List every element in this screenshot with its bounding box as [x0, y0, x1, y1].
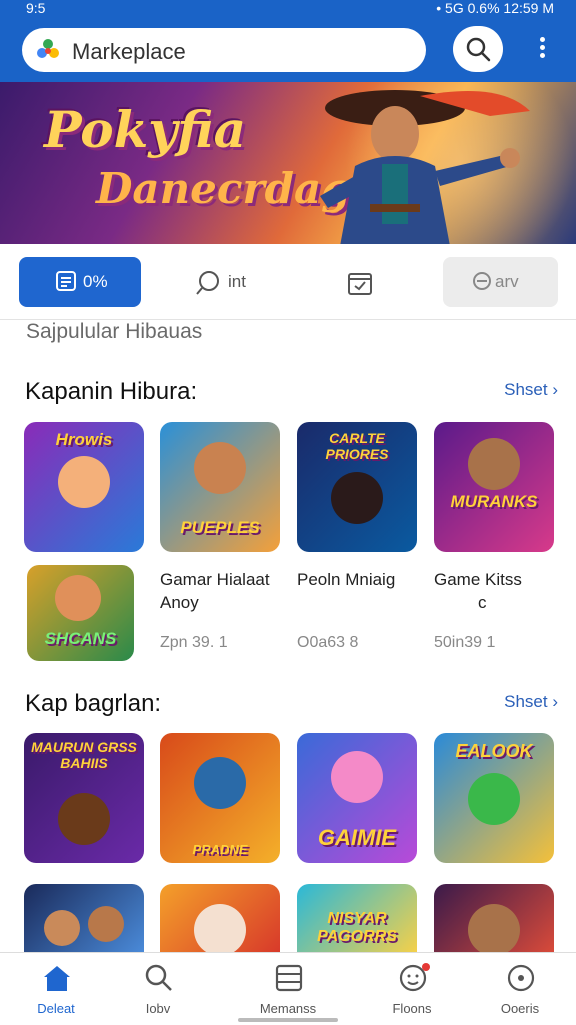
nav-label: Floons	[392, 1001, 432, 1016]
game-meta: 50in39 1	[434, 634, 496, 651]
tab-label: 0%	[83, 272, 108, 291]
game-tile[interactable]: PRADNE	[160, 733, 280, 863]
game-tile[interactable]: CARLTE PRIORES	[297, 422, 417, 552]
game-name[interactable]: Game Kitss c	[434, 568, 522, 614]
character-image	[44, 910, 80, 946]
nav-label: Ooeris	[500, 1001, 540, 1016]
tab-2[interactable]	[330, 257, 390, 307]
nav-item-search[interactable]: Iobv	[108, 953, 208, 1025]
search-button[interactable]	[453, 26, 503, 72]
game-tile[interactable]	[24, 884, 144, 952]
banner-title: Pokyfia	[44, 100, 247, 159]
nav-label: Iobv	[145, 1001, 171, 1016]
character-image	[468, 773, 520, 825]
game-tile[interactable]	[160, 884, 280, 952]
app-bar: Markeplace	[0, 20, 576, 82]
character-image	[58, 793, 110, 845]
character-image	[194, 904, 246, 952]
search-bar[interactable]: Markeplace	[22, 28, 426, 72]
character-image	[194, 757, 246, 809]
dot-icon	[539, 37, 545, 42]
character-image	[331, 751, 383, 803]
chat-icon	[196, 271, 219, 295]
game-tile[interactable]	[434, 884, 554, 952]
section-subtitle: Sajpulular Hibauas	[26, 320, 203, 343]
document-icon	[275, 964, 303, 992]
nav-label: Deleat	[37, 1001, 75, 1016]
nav-label: Memanss	[259, 1001, 317, 1016]
game-name[interactable]: Peoln Mniaig	[297, 568, 395, 591]
calendar-icon	[348, 273, 372, 295]
dot-icon	[539, 45, 545, 50]
game-tile[interactable]: EALOOK	[434, 733, 554, 863]
tab-label: int	[228, 272, 246, 291]
character-image	[194, 442, 246, 494]
character-image	[331, 472, 383, 524]
home-indicator	[238, 1018, 338, 1022]
nav-item-activity[interactable]: Ooeris	[470, 953, 570, 1025]
list-icon	[56, 271, 76, 291]
character-image	[468, 904, 520, 952]
see-all-link[interactable]: Shset ›	[504, 692, 558, 712]
game-tile[interactable]: PUEPLES	[160, 422, 280, 552]
game-tile[interactable]: SHCANS	[27, 565, 134, 661]
bottom-navigation: Deleat Iobv Memanss Floons Ooeris	[0, 952, 576, 1024]
tab-0[interactable]: 0%	[19, 257, 141, 307]
game-tile[interactable]: MURANKS	[434, 422, 554, 552]
character-image	[55, 575, 101, 621]
promo-banner[interactable]: Pokyfia Danecrdag	[0, 82, 576, 244]
game-meta: O0a63 8	[297, 634, 359, 651]
character-image	[88, 906, 124, 942]
game-name[interactable]: Gamar Hialaat Anoy	[160, 568, 270, 614]
dot-icon	[539, 53, 545, 58]
character-image	[468, 438, 520, 490]
minus-circle-icon	[473, 272, 491, 290]
nav-item-social[interactable]: Floons	[362, 953, 462, 1025]
tab-3[interactable]: arv	[443, 257, 558, 307]
home-icon	[44, 966, 70, 991]
more-options-button[interactable]	[530, 34, 554, 66]
tab-1[interactable]: int	[190, 257, 290, 307]
hero-character-illustration	[320, 90, 530, 244]
tab-bar: 0% int arv	[0, 244, 576, 320]
status-time: 9:5	[26, 0, 46, 16]
game-tile[interactable]: NISYAR PAGORRS	[297, 884, 417, 952]
status-bar: 9:5 • 5G 0.6% 12:59 M	[0, 0, 576, 20]
status-icons: • 5G 0.6% 12:59 M	[436, 0, 554, 16]
section-title: Kap bagrlan:	[25, 690, 162, 717]
game-tile[interactable]: MAURUN GRSS BAHIIS	[24, 733, 144, 863]
nav-item-home[interactable]: Deleat	[6, 953, 106, 1025]
clock-icon	[507, 964, 535, 992]
notification-badge	[422, 963, 430, 971]
search-text: Markeplace	[72, 39, 186, 64]
game-meta: Zpn 39. 1	[160, 634, 228, 651]
marketplace-logo-icon	[37, 39, 59, 58]
see-all-link[interactable]: Shset ›	[504, 380, 558, 400]
character-image	[58, 456, 110, 508]
nav-item-library[interactable]: Memanss	[238, 953, 338, 1025]
section-title: Kapanin Hibura:	[25, 378, 198, 405]
game-tile[interactable]: Hrowis	[24, 422, 144, 552]
tab-label: arv	[495, 272, 519, 291]
search-icon	[145, 964, 172, 991]
search-icon	[466, 37, 491, 62]
game-tile[interactable]: GAIMIE	[297, 733, 417, 863]
